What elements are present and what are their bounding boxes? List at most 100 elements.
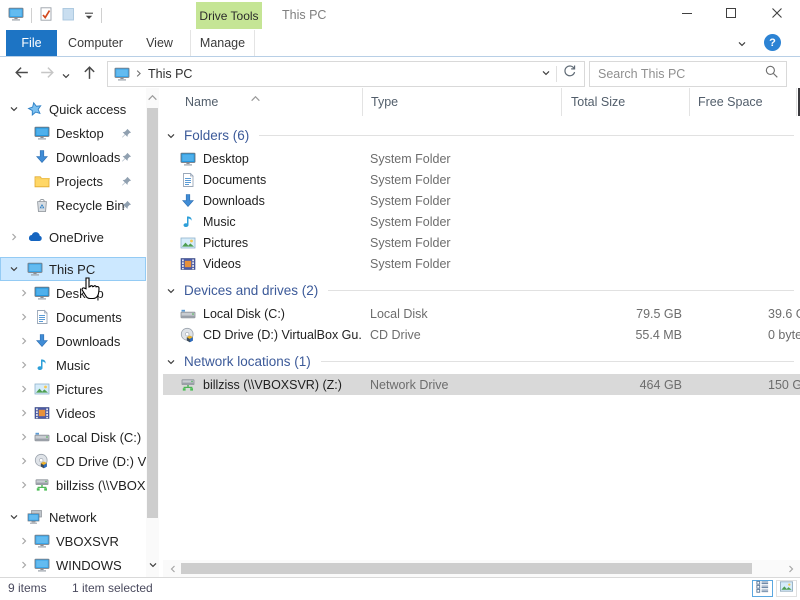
- this-pc-icon: [27, 261, 43, 277]
- scroll-down-icon[interactable]: [146, 558, 159, 571]
- chevron-down-icon[interactable]: [166, 130, 177, 141]
- maximize-button[interactable]: [708, 0, 753, 30]
- column-header-type[interactable]: Type: [362, 88, 561, 116]
- sidebar-scrollbar[interactable]: [146, 88, 159, 577]
- sidebar-item-music[interactable]: Music: [0, 353, 146, 377]
- scrollbar-thumb[interactable]: [181, 563, 752, 574]
- chevron-right-icon[interactable]: [18, 353, 30, 377]
- forward-icon[interactable]: [38, 63, 57, 87]
- sidebar-item-this-pc[interactable]: This PC: [0, 257, 146, 281]
- chevron-right-icon[interactable]: [18, 529, 30, 553]
- chevron-down-icon[interactable]: [166, 285, 177, 296]
- recent-locations-icon[interactable]: [61, 68, 71, 86]
- address-bar[interactable]: This PC: [107, 61, 585, 87]
- separator: [31, 8, 32, 23]
- chevron-right-icon[interactable]: [18, 425, 30, 449]
- column-header-total-size[interactable]: Total Size: [561, 88, 689, 116]
- sidebar-item-downloads[interactable]: Downloads: [0, 145, 146, 169]
- address-dropdown-icon[interactable]: [541, 65, 551, 83]
- sidebar-item-documents[interactable]: Documents: [0, 305, 146, 329]
- sidebar-item-cd-drive-d-vir[interactable]: CD Drive (D:) Vir: [0, 449, 146, 473]
- chevron-right-icon[interactable]: [18, 449, 30, 473]
- chevron-down-icon[interactable]: [166, 356, 177, 367]
- ribbon-expand-icon[interactable]: [737, 36, 747, 54]
- minimize-button[interactable]: [664, 0, 709, 30]
- close-button[interactable]: [754, 0, 799, 30]
- sidebar-item-local-disk-c[interactable]: Local Disk (C:): [0, 425, 146, 449]
- sidebar-item-quick-access[interactable]: Quick access: [0, 97, 146, 121]
- tab-view[interactable]: View: [134, 30, 185, 56]
- details-view-button[interactable]: [752, 580, 773, 597]
- file-row-desktop[interactable]: DesktopSystem Folder: [163, 148, 800, 169]
- chevron-down-icon[interactable]: [8, 505, 20, 529]
- sidebar-item-billziss-vboxs[interactable]: billziss (\\VBOXS: [0, 473, 146, 497]
- properties-check-icon[interactable]: [38, 6, 54, 27]
- tab-file[interactable]: File: [6, 30, 57, 56]
- column-header-name[interactable]: Name: [163, 88, 362, 116]
- file-row-videos[interactable]: VideosSystem Folder: [163, 253, 800, 274]
- sidebar-item-label: WINDOWS: [56, 558, 122, 573]
- sidebar-item-recycle-bin[interactable]: Recycle Bin: [0, 193, 146, 217]
- file-row-downloads[interactable]: DownloadsSystem Folder: [163, 190, 800, 211]
- up-icon[interactable]: [80, 63, 99, 87]
- sidebar-item-network[interactable]: Network: [0, 505, 146, 529]
- sidebar-item-desktop[interactable]: Desktop: [0, 281, 146, 305]
- chevron-right-icon[interactable]: [18, 473, 30, 497]
- search-input[interactable]: Search This PC: [589, 61, 787, 87]
- refresh-icon[interactable]: [562, 64, 577, 84]
- breadcrumb[interactable]: This PC: [148, 67, 192, 81]
- sidebar-item-downloads[interactable]: Downloads: [0, 329, 146, 353]
- sidebar-item-desktop[interactable]: Desktop: [0, 121, 146, 145]
- sidebar-item-label: Local Disk (C:): [56, 430, 141, 445]
- chevron-spacer: [18, 121, 30, 145]
- group-header-network-locations-1[interactable]: Network locations (1): [163, 348, 800, 374]
- chevron-right-icon[interactable]: [18, 377, 30, 401]
- file-row-documents[interactable]: Documents System Folder: [163, 169, 800, 190]
- thumbnails-view-button[interactable]: [776, 580, 797, 597]
- search-icon[interactable]: [764, 64, 779, 84]
- horizontal-scrollbar[interactable]: [163, 560, 800, 577]
- column-header-free-space[interactable]: Free Space: [689, 88, 797, 116]
- network-drive-icon: [180, 377, 196, 393]
- breadcrumb-chevron-icon: [134, 65, 143, 83]
- chevron-right-icon[interactable]: [18, 305, 30, 329]
- sort-ascending-icon: [250, 89, 261, 107]
- chevron-down-icon[interactable]: [8, 97, 20, 121]
- sidebar-item-windows[interactable]: WINDOWS: [0, 553, 146, 577]
- file-row-local-disk-c[interactable]: Local Disk (C:)Local Disk79.5 GB39.6 GB: [163, 303, 800, 324]
- chevron-right-icon[interactable]: [18, 329, 30, 353]
- chevron-right-icon[interactable]: [18, 553, 30, 577]
- sidebar-item-label: Quick access: [49, 102, 126, 117]
- group-header-devices-and-drives-2[interactable]: Devices and drives (2): [163, 277, 800, 303]
- qat-dropdown-icon[interactable]: [83, 9, 95, 27]
- tab-manage[interactable]: Manage: [190, 30, 255, 56]
- chevron-right-icon[interactable]: [18, 401, 30, 425]
- file-row-music[interactable]: MusicSystem Folder: [163, 211, 800, 232]
- chevron-right-icon[interactable]: [8, 225, 20, 249]
- sidebar-item-onedrive[interactable]: OneDrive: [0, 225, 146, 249]
- group-header-folders-6[interactable]: Folders (6): [163, 122, 800, 148]
- contextual-tab-drive-tools[interactable]: Drive Tools: [196, 2, 262, 29]
- chevron-down-icon[interactable]: [8, 257, 20, 281]
- chevron-right-icon[interactable]: [18, 281, 30, 305]
- back-icon[interactable]: [12, 63, 31, 87]
- sidebar-item-pictures[interactable]: Pictures: [0, 377, 146, 401]
- scroll-up-icon[interactable]: [146, 90, 159, 103]
- file-row-cd-drive-d-virtualbox-gu[interactable]: CD Drive (D:) VirtualBox Gu...CD Drive55…: [163, 324, 800, 345]
- sidebar-item-videos[interactable]: Videos: [0, 401, 146, 425]
- file-row-pictures[interactable]: PicturesSystem Folder: [163, 232, 800, 253]
- sidebar-item-projects[interactable]: Projects: [0, 169, 146, 193]
- file-name-cell: Music: [163, 214, 362, 230]
- scroll-left-icon[interactable]: [166, 562, 179, 575]
- help-icon[interactable]: ?: [764, 34, 781, 51]
- new-folder-icon[interactable]: [60, 6, 76, 27]
- file-row-billziss-vboxsvr-z[interactable]: billziss (\\VBOXSVR) (Z:)Network Drive46…: [163, 374, 800, 395]
- file-name: Documents: [203, 173, 266, 187]
- scrollbar-thumb[interactable]: [147, 108, 158, 518]
- tab-computer[interactable]: Computer: [62, 30, 129, 56]
- file-type: Local Disk: [362, 307, 561, 321]
- sidebar-item-vboxsvr[interactable]: VBOXSVR: [0, 529, 146, 553]
- file-type: System Folder: [362, 173, 561, 187]
- scroll-right-icon[interactable]: [784, 562, 797, 575]
- close-icon: [771, 6, 783, 24]
